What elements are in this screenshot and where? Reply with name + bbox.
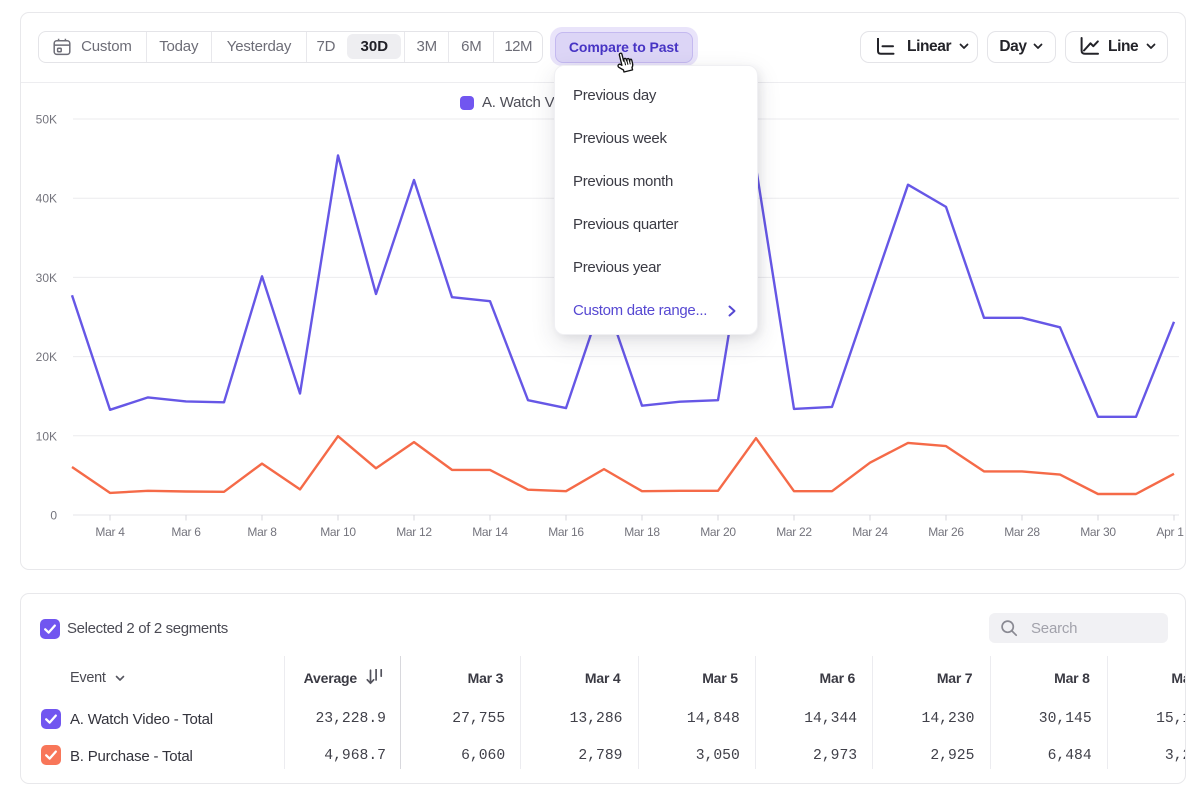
svg-text:50K: 50K xyxy=(36,113,57,127)
svg-text:Mar 22: Mar 22 xyxy=(776,525,812,539)
svg-text:10K: 10K xyxy=(36,429,57,443)
svg-text:Mar 4: Mar 4 xyxy=(95,525,125,539)
svg-text:Mar 8: Mar 8 xyxy=(247,525,277,539)
svg-text:Mar 12: Mar 12 xyxy=(396,525,432,539)
svg-text:Mar 16: Mar 16 xyxy=(548,525,584,539)
svg-text:Mar 26: Mar 26 xyxy=(928,525,964,539)
svg-text:Mar 20: Mar 20 xyxy=(700,525,736,539)
svg-text:Mar 6: Mar 6 xyxy=(171,525,201,539)
svg-text:Mar 28: Mar 28 xyxy=(1004,525,1040,539)
svg-text:0: 0 xyxy=(50,509,57,523)
svg-text:Mar 30: Mar 30 xyxy=(1080,525,1116,539)
svg-text:20K: 20K xyxy=(36,350,57,364)
svg-text:Mar 18: Mar 18 xyxy=(624,525,660,539)
svg-text:Mar 10: Mar 10 xyxy=(320,525,356,539)
svg-text:30K: 30K xyxy=(36,271,57,285)
svg-text:40K: 40K xyxy=(36,192,57,206)
svg-text:Mar 24: Mar 24 xyxy=(852,525,888,539)
svg-text:Apr 1: Apr 1 xyxy=(1156,525,1184,539)
svg-text:Mar 14: Mar 14 xyxy=(472,525,508,539)
